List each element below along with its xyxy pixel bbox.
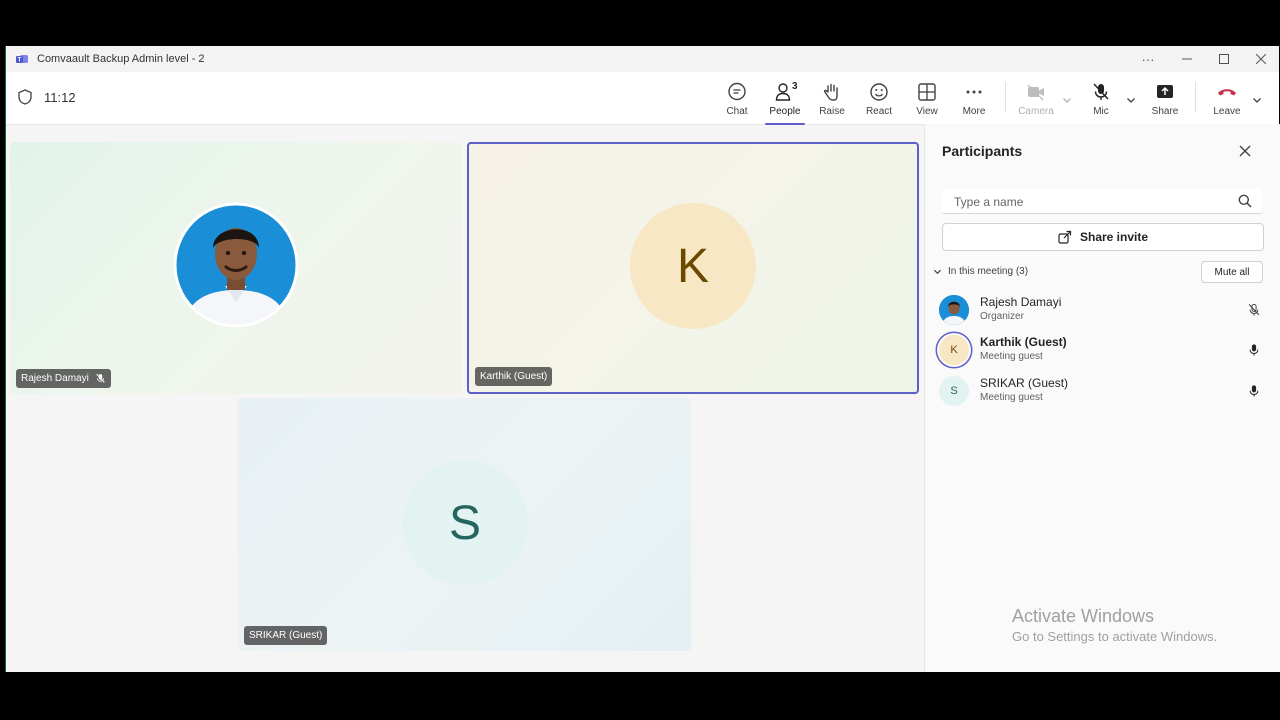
hang-up-phone-icon xyxy=(1218,89,1236,96)
camera-off-icon xyxy=(1027,84,1044,101)
meeting-timer: 11:12 xyxy=(44,90,76,105)
grid-view-icon xyxy=(918,83,936,101)
mic-icon[interactable] xyxy=(1247,384,1261,403)
activate-windows-watermark: Activate Windows Go to Settings to activ… xyxy=(1012,606,1217,644)
active-tab-indicator xyxy=(765,123,805,125)
participant-search xyxy=(942,189,1262,214)
participant-name: SRIKAR (Guest) xyxy=(980,376,1069,390)
teams-logo-icon: T xyxy=(15,52,29,66)
close-icon[interactable] xyxy=(1243,46,1279,72)
mic-options-chevron-icon[interactable] xyxy=(1126,92,1136,110)
section-label: In this meeting (3) xyxy=(948,266,1029,277)
people-button[interactable]: 3 People xyxy=(761,78,809,125)
panel-title: Participants xyxy=(942,143,1023,159)
meeting-toolbar: 11:12 Chat 3 People Raise React View Mor… xyxy=(6,72,1279,125)
mic-off-icon xyxy=(96,373,105,383)
participant-name: Rajesh Damayi xyxy=(980,295,1062,309)
chat-button[interactable]: Chat xyxy=(713,78,761,122)
chat-icon xyxy=(728,82,746,101)
mic-off-icon xyxy=(1093,83,1109,100)
camera-button[interactable]: Camera xyxy=(1012,78,1060,122)
share-label: Share xyxy=(1151,106,1179,117)
view-button[interactable]: View xyxy=(903,78,951,122)
watermark-title: Activate Windows xyxy=(1012,606,1155,626)
share-invite-label: Share invite xyxy=(1079,230,1149,244)
tile-name-label: Rajesh Damayi xyxy=(21,373,89,384)
leave-button[interactable]: Leave xyxy=(1203,78,1251,122)
mute-all-button[interactable]: Mute all xyxy=(1201,261,1263,283)
chat-label: Chat xyxy=(726,106,748,117)
smiley-icon xyxy=(870,83,888,101)
camera-options-chevron-icon[interactable] xyxy=(1062,92,1072,110)
participant-name: Karthik (Guest) xyxy=(980,335,1067,349)
window-title: Comvaault Backup Admin level - 2 xyxy=(37,53,205,65)
mic-label: Mic xyxy=(1093,106,1109,117)
participant-role: Meeting guest xyxy=(980,351,1043,362)
raise-hand-icon xyxy=(823,83,838,101)
video-tile-srikar[interactable]: S SRIKAR (Guest) xyxy=(238,398,691,651)
participant-avatar: K xyxy=(630,203,756,329)
share-screen-icon xyxy=(1157,85,1173,98)
more-label: More xyxy=(962,106,986,117)
video-tile-karthik[interactable]: K Karthik (Guest) xyxy=(467,142,919,394)
chevron-down-icon xyxy=(933,269,942,275)
participant-row[interactable]: Rajesh Damayi Organizer xyxy=(939,291,1269,329)
mic-button[interactable]: Mic xyxy=(1077,78,1125,122)
toolbar-divider xyxy=(1005,82,1006,112)
raise-hand-button[interactable]: Raise xyxy=(808,78,856,122)
toolbar-divider xyxy=(1195,82,1196,112)
avatar: K xyxy=(939,335,969,365)
participant-avatar: S xyxy=(402,460,528,586)
react-label: React xyxy=(865,106,893,117)
leave-label: Leave xyxy=(1213,106,1241,117)
participant-photo xyxy=(173,202,299,328)
tile-name-label: SRIKAR (Guest) xyxy=(249,630,323,641)
avatar xyxy=(939,295,969,325)
tile-name-tag: Karthik (Guest) xyxy=(475,367,553,386)
in-meeting-section-toggle[interactable]: In this meeting (3) xyxy=(933,266,1028,277)
share-button[interactable]: Share xyxy=(1141,78,1189,122)
teams-meeting-window: T Comvaault Backup Admin level - 2 ··· 1… xyxy=(5,46,1280,672)
camera-label: Camera xyxy=(1018,106,1054,117)
view-label: View xyxy=(916,106,938,117)
people-label: People xyxy=(769,106,801,117)
more-options-icon[interactable]: ··· xyxy=(1130,46,1166,72)
minimize-icon[interactable] xyxy=(1169,46,1205,72)
close-icon[interactable] xyxy=(1239,144,1251,162)
title-bar: T Comvaault Backup Admin level - 2 ··· xyxy=(6,46,1279,72)
mic-off-icon[interactable] xyxy=(1247,303,1261,322)
search-icon[interactable] xyxy=(1238,194,1252,213)
ellipsis-icon xyxy=(966,90,982,94)
participant-role: Organizer xyxy=(980,311,1024,322)
participant-row[interactable]: S SRIKAR (Guest) Meeting guest xyxy=(939,372,1269,410)
search-input[interactable] xyxy=(952,194,1236,210)
participant-row[interactable]: K Karthik (Guest) Meeting guest xyxy=(939,331,1269,369)
raise-label: Raise xyxy=(819,106,845,117)
tile-name-tag: Rajesh Damayi xyxy=(16,369,111,388)
maximize-icon[interactable] xyxy=(1206,46,1242,72)
tile-name-tag: SRIKAR (Guest) xyxy=(244,626,328,645)
watermark-subtitle: Go to Settings to activate Windows. xyxy=(1012,629,1218,644)
react-button[interactable]: React xyxy=(855,78,903,122)
leave-options-chevron-icon[interactable] xyxy=(1252,92,1262,110)
share-invite-button[interactable]: Share invite xyxy=(942,223,1264,251)
share-icon xyxy=(1058,230,1072,244)
avatar: S xyxy=(939,376,969,406)
more-button[interactable]: More xyxy=(950,78,998,122)
video-tile-rajesh[interactable]: Rajesh Damayi xyxy=(10,142,462,394)
tile-name-label: Karthik (Guest) xyxy=(480,371,548,382)
people-count-badge: 3 xyxy=(792,81,798,92)
participant-role: Meeting guest xyxy=(980,392,1043,403)
mic-icon[interactable] xyxy=(1247,343,1261,362)
svg-text:T: T xyxy=(18,58,22,64)
shield-icon xyxy=(18,89,32,110)
participants-panel: Participants Share invite In this meetin… xyxy=(924,124,1280,672)
